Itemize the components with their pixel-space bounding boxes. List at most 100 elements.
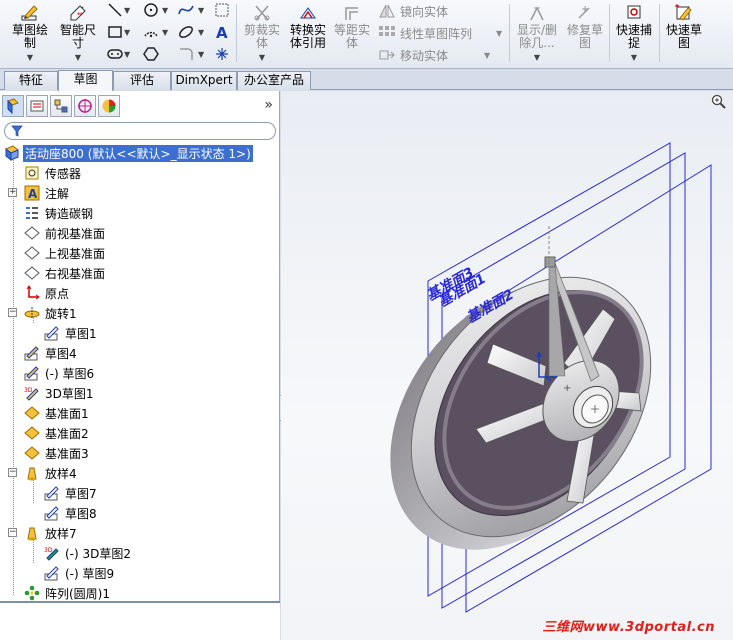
expand-minus-icon[interactable]: − <box>8 528 17 537</box>
sketch-grid-icon[interactable] <box>214 2 230 18</box>
tree-item-sensors[interactable]: 传感器 <box>24 163 83 183</box>
chevron-down-icon[interactable]: ▼ <box>162 6 168 15</box>
convert-entities-button[interactable]: 转换实 体引用 <box>286 0 330 66</box>
plane-icon <box>24 226 40 240</box>
line-icon[interactable] <box>107 2 123 18</box>
mirror-entities-button[interactable]: 镜向实体 <box>378 1 448 21</box>
chevron-down-icon[interactable]: ▼ <box>124 50 130 59</box>
sensor-icon <box>25 166 39 180</box>
panel-tabs <box>2 95 122 117</box>
feature-manager-tab[interactable] <box>2 95 24 117</box>
sketch-draw-button[interactable]: 草图绘 制 ▼ <box>6 0 54 66</box>
chevron-down-icon[interactable]: ▼ <box>56 51 100 64</box>
ribbon-separator <box>659 4 660 62</box>
property-manager-tab[interactable] <box>26 95 48 117</box>
tab-sketch[interactable]: 草图 <box>58 70 113 91</box>
spline-icon[interactable] <box>178 2 194 18</box>
model-scene: + 基准面3 基准面1 基准面2 <box>390 142 712 613</box>
svg-text:A: A <box>216 24 228 40</box>
ellipse-icon[interactable] <box>178 24 194 40</box>
chevron-down-icon[interactable]: ▼ <box>612 51 656 64</box>
chevron-down-icon[interactable]: ▼ <box>6 51 54 64</box>
tree-item-right-plane[interactable]: 右视基准面 <box>24 263 107 283</box>
expand-plus-icon[interactable]: + <box>8 188 17 197</box>
chevron-down-icon[interactable]: ▼ <box>496 29 502 38</box>
tree-item-sketch4[interactable]: 草图4 <box>24 343 79 363</box>
tree-item-sketch1[interactable]: 草图1 <box>44 323 99 343</box>
tree-item-sketch8[interactable]: 草图8 <box>44 503 99 523</box>
point-icon[interactable] <box>214 46 230 62</box>
tree-item-top-plane[interactable]: 上视基准面 <box>24 243 107 263</box>
chevron-down-icon[interactable]: ▼ <box>484 51 490 60</box>
chevron-down-icon[interactable]: ▼ <box>198 28 204 37</box>
tree-item-sketch6[interactable]: (-) 草图6 <box>24 363 96 383</box>
tree-item-plane2[interactable]: 基准面2 <box>24 423 91 443</box>
loft-icon <box>27 467 37 481</box>
filter-icon <box>11 125 23 137</box>
circle-icon[interactable] <box>143 2 159 18</box>
trim-entities-button[interactable]: 剪裁实 体 ▼ <box>240 0 284 66</box>
graphics-viewport[interactable]: + 基准面3 基准面1 基准面2 三维网www.3dportal.cn <box>281 91 733 640</box>
tree-item-origin[interactable]: 原点 <box>24 283 71 303</box>
display-delete-relations-button[interactable]: 显示/删 除几... ▼ <box>512 0 562 66</box>
tree-item-3d-sketch1[interactable]: 3D 3D草图1 <box>24 383 96 403</box>
tree-item-front-plane[interactable]: 前视基准面 <box>24 223 107 243</box>
tree-item-loft7[interactable]: − 放样7 <box>8 523 79 543</box>
display-manager-tab[interactable] <box>98 95 120 117</box>
tree-item-sketch9[interactable]: (-) 草图9 <box>44 563 116 583</box>
offset-entities-icon <box>345 7 358 20</box>
rapid-sketch-button[interactable]: 快速草 图 <box>662 0 706 66</box>
rectangle-icon[interactable] <box>107 24 123 40</box>
tab-evaluate[interactable]: 评估 <box>113 71 171 90</box>
tree-item-plane3[interactable]: 基准面3 <box>24 443 91 463</box>
feature-tree-icon <box>7 98 19 114</box>
linear-sketch-pattern-button[interactable]: 线性草图阵列 ▼ <box>378 23 502 43</box>
tree-item-circular-pattern1[interactable]: 阵列(圆周)1 <box>24 583 112 603</box>
tree-item-plane1[interactable]: 基准面1 <box>24 403 91 423</box>
tab-dimxpert[interactable]: DimXpert <box>171 71 237 90</box>
polygon-icon[interactable] <box>143 46 159 62</box>
expand-minus-icon[interactable]: − <box>8 468 17 477</box>
chevron-down-icon[interactable]: ▼ <box>198 6 204 15</box>
dimxpert-manager-tab[interactable] <box>74 95 96 117</box>
tree-item-sketch7[interactable]: 草图7 <box>44 483 99 503</box>
configuration-manager-tab[interactable] <box>50 95 72 117</box>
rapid-sketch-icon <box>675 4 692 21</box>
tab-office-products[interactable]: 办公室产品 <box>237 71 311 90</box>
chevron-down-icon[interactable]: ▼ <box>124 6 130 15</box>
move-entities-button[interactable]: 移动实体 ▼ <box>378 45 490 65</box>
configuration-icon <box>54 99 68 113</box>
chevron-down-icon[interactable]: ▼ <box>162 28 168 37</box>
tree-item-3d-sketch2[interactable]: 3D (-) 3D草图2 <box>44 543 133 563</box>
svg-text:A: A <box>28 187 38 201</box>
arc-icon[interactable] <box>143 24 159 40</box>
tree-item-annotations[interactable]: + A 注解 <box>8 183 71 203</box>
tree-item-material[interactable]: 铸造碳钢 <box>24 203 95 223</box>
ribbon-separator <box>236 4 237 62</box>
tab-features[interactable]: 特征 <box>4 71 58 90</box>
feature-manager-panel: » 活动座800 (默认<<默认>_显示状态 1>) 传感器 + A 注解 铸造… <box>0 91 280 640</box>
sketch-icon <box>44 506 59 521</box>
circular-pattern-icon <box>24 585 40 601</box>
3d-sketch-icon: 3D <box>24 387 39 401</box>
expand-panel-icon[interactable]: » <box>264 97 273 113</box>
fillet-icon[interactable] <box>178 46 194 62</box>
reference-plane-icon <box>24 446 40 460</box>
move-icon <box>379 50 395 60</box>
quick-snaps-button[interactable]: 快速捕 捉 ▼ <box>612 0 656 66</box>
reference-plane-icon <box>24 406 40 420</box>
offset-entities-button[interactable]: 等距实 体 <box>332 0 372 66</box>
chevron-down-icon[interactable]: ▼ <box>124 28 130 37</box>
text-icon[interactable]: A <box>214 24 230 40</box>
slot-icon[interactable] <box>107 46 123 62</box>
chevron-down-icon: ▼ <box>198 50 205 59</box>
tree-filter-input[interactable] <box>4 122 276 140</box>
mirror-icon <box>379 4 395 18</box>
tree-item-revolve1[interactable]: − 旋转1 <box>8 303 79 323</box>
expand-minus-icon[interactable]: − <box>8 308 17 317</box>
smart-dimension-button[interactable]: ⇔ 智能尺 寸 ▼ <box>56 0 100 66</box>
tree-item-loft4[interactable]: − 放样4 <box>8 463 79 483</box>
tree-root-part[interactable]: 活动座800 (默认<<默认>_显示状态 1>) <box>4 143 253 163</box>
repair-sketch-button[interactable]: 修复草 图 <box>564 0 606 66</box>
sketch-icon <box>24 346 39 361</box>
